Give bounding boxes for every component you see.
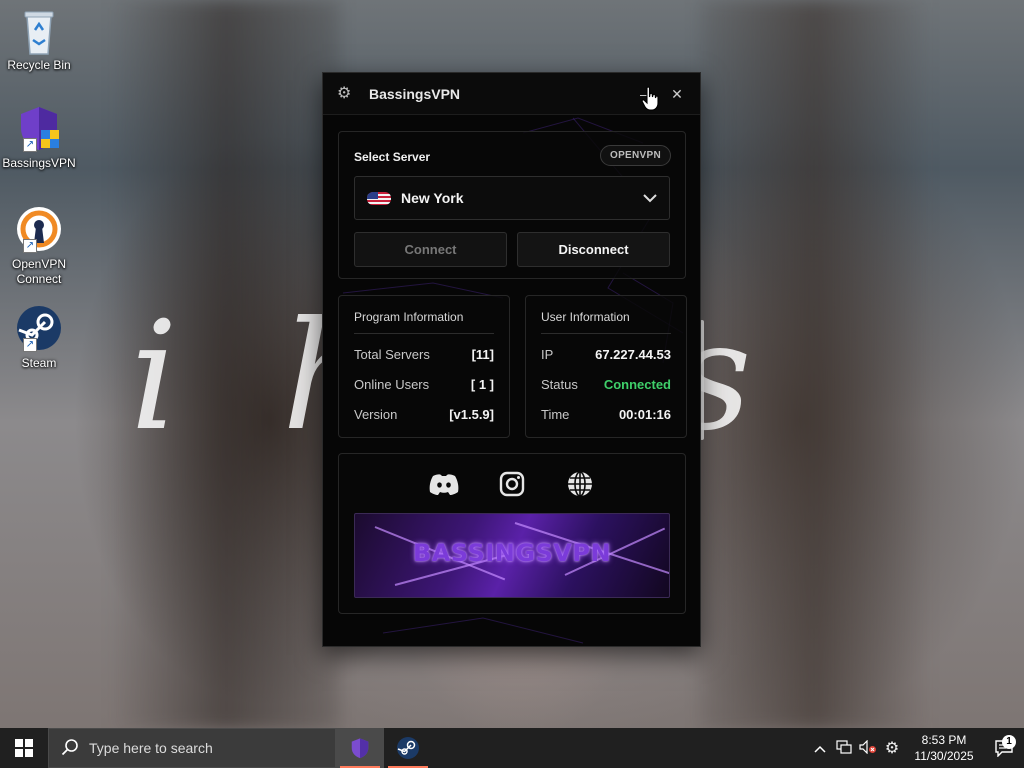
info-row-version: Version [v1.5.9] [354, 407, 494, 422]
taskbar-search-box[interactable]: Type here to search [48, 728, 336, 768]
divider [541, 333, 671, 334]
bassingsvpn-shield-icon: ↗ [15, 104, 63, 152]
info-value: 00:01:16 [618, 407, 671, 422]
chevron-down-icon [643, 190, 657, 206]
volume-muted-icon[interactable] [856, 739, 880, 757]
connect-button[interactable]: Connect [354, 232, 507, 267]
taskbar-app-steam[interactable] [384, 728, 432, 768]
info-row-online-users: Online Users [ 1 ] [354, 377, 494, 392]
desktop-icon-label: Recycle Bin [7, 58, 71, 72]
instagram-icon[interactable] [496, 468, 528, 500]
taskbar: Type here to search ⚙ 8:53 PM 11/30/2025… [0, 728, 1024, 768]
steam-icon [397, 737, 419, 759]
shortcut-arrow-icon: ↗ [23, 338, 37, 352]
desktop-icon-bassingsvpn[interactable]: ↗ BassingsVPN [2, 104, 76, 171]
desktop-icon-recycle-bin[interactable]: Recycle Bin [4, 6, 74, 73]
clock-time: 8:53 PM [921, 733, 967, 747]
info-row-total-servers: Total Servers [11] [354, 347, 494, 362]
bassingsvpn-banner[interactable]: BASSINGSVPN [354, 513, 670, 598]
bassingsvpn-window: ⚙ BassingsVPN — ✕ Select Server OPENVPN … [322, 72, 701, 647]
shortcut-arrow-icon: ↗ [23, 239, 37, 253]
info-row-time: Time 00:01:16 [541, 407, 671, 422]
start-button[interactable] [0, 728, 48, 768]
server-card: Select Server OPENVPN New York Connect D… [338, 131, 686, 279]
server-select[interactable]: New York [354, 176, 670, 220]
select-server-label: Select Server [354, 150, 431, 164]
chevron-up-icon[interactable] [808, 740, 832, 756]
search-placeholder: Type here to search [89, 740, 213, 756]
protocol-badge[interactable]: OPENVPN [599, 145, 671, 166]
info-value: [11] [471, 347, 494, 362]
system-tray: ⚙ 8:53 PM 11/30/2025 1 [808, 728, 1024, 768]
desktop-icon-label: Steam [21, 356, 57, 370]
openvpn-icon: ↗ [15, 205, 63, 253]
program-info-title: Program Information [354, 310, 464, 324]
social-card: BASSINGSVPN [338, 453, 686, 614]
banner-brand-text: BASSINGSVPN [412, 539, 612, 567]
discord-icon[interactable] [428, 468, 460, 500]
notification-count-badge: 1 [1002, 735, 1016, 749]
settings-gear-icon[interactable]: ⚙ [337, 85, 353, 102]
recycle-bin-icon [15, 6, 63, 55]
search-icon [61, 738, 79, 759]
steam-icon: ↗ [15, 304, 63, 352]
hand-cursor-icon [641, 86, 661, 112]
selected-server: New York [401, 190, 464, 206]
window-title: BassingsVPN [369, 85, 461, 102]
windows-logo-icon [15, 739, 33, 757]
taskbar-clock[interactable]: 8:53 PM 11/30/2025 [904, 732, 984, 764]
bassingsvpn-shield-icon [351, 738, 369, 759]
taskbar-app-bassingsvpn[interactable] [336, 728, 384, 768]
desktop-icon-label: OpenVPN Connect [11, 257, 67, 286]
info-key: Total Servers [354, 347, 430, 362]
settings-gear-icon[interactable]: ⚙ [880, 738, 904, 758]
user-information-card: User Information IP 67.227.44.53 Status … [525, 295, 687, 438]
user-info-title: User Information [541, 310, 630, 324]
shortcut-arrow-icon: ↗ [23, 138, 37, 152]
status-value: Connected [603, 377, 671, 392]
notification-center-button[interactable]: 1 [984, 735, 1024, 757]
network-icon[interactable] [832, 739, 856, 757]
info-row-ip: IP 67.227.44.53 [541, 347, 671, 362]
desktop-icon-steam[interactable]: ↗ Steam [4, 304, 74, 371]
info-key: Online Users [354, 377, 430, 392]
info-key: IP [541, 347, 554, 362]
close-icon[interactable]: ✕ [668, 85, 686, 103]
info-key: Status [541, 377, 578, 392]
desktop-icon-openvpn-connect[interactable]: ↗ OpenVPN Connect [4, 205, 74, 287]
info-key: Version [354, 407, 398, 422]
info-row-status: Status Connected [541, 377, 671, 392]
program-information-card: Program Information Total Servers [11] O… [338, 295, 510, 438]
info-value: 67.227.44.53 [595, 347, 671, 362]
desktop-icon-label: BassingsVPN [2, 156, 76, 170]
info-value: [v1.5.9] [449, 407, 494, 422]
info-key: Time [541, 407, 570, 422]
info-value: [ 1 ] [470, 377, 494, 392]
disconnect-button[interactable]: Disconnect [517, 232, 670, 267]
clock-date: 11/30/2025 [914, 749, 974, 763]
us-flag-icon [367, 191, 391, 205]
globe-icon[interactable] [564, 468, 596, 500]
divider [354, 333, 494, 334]
